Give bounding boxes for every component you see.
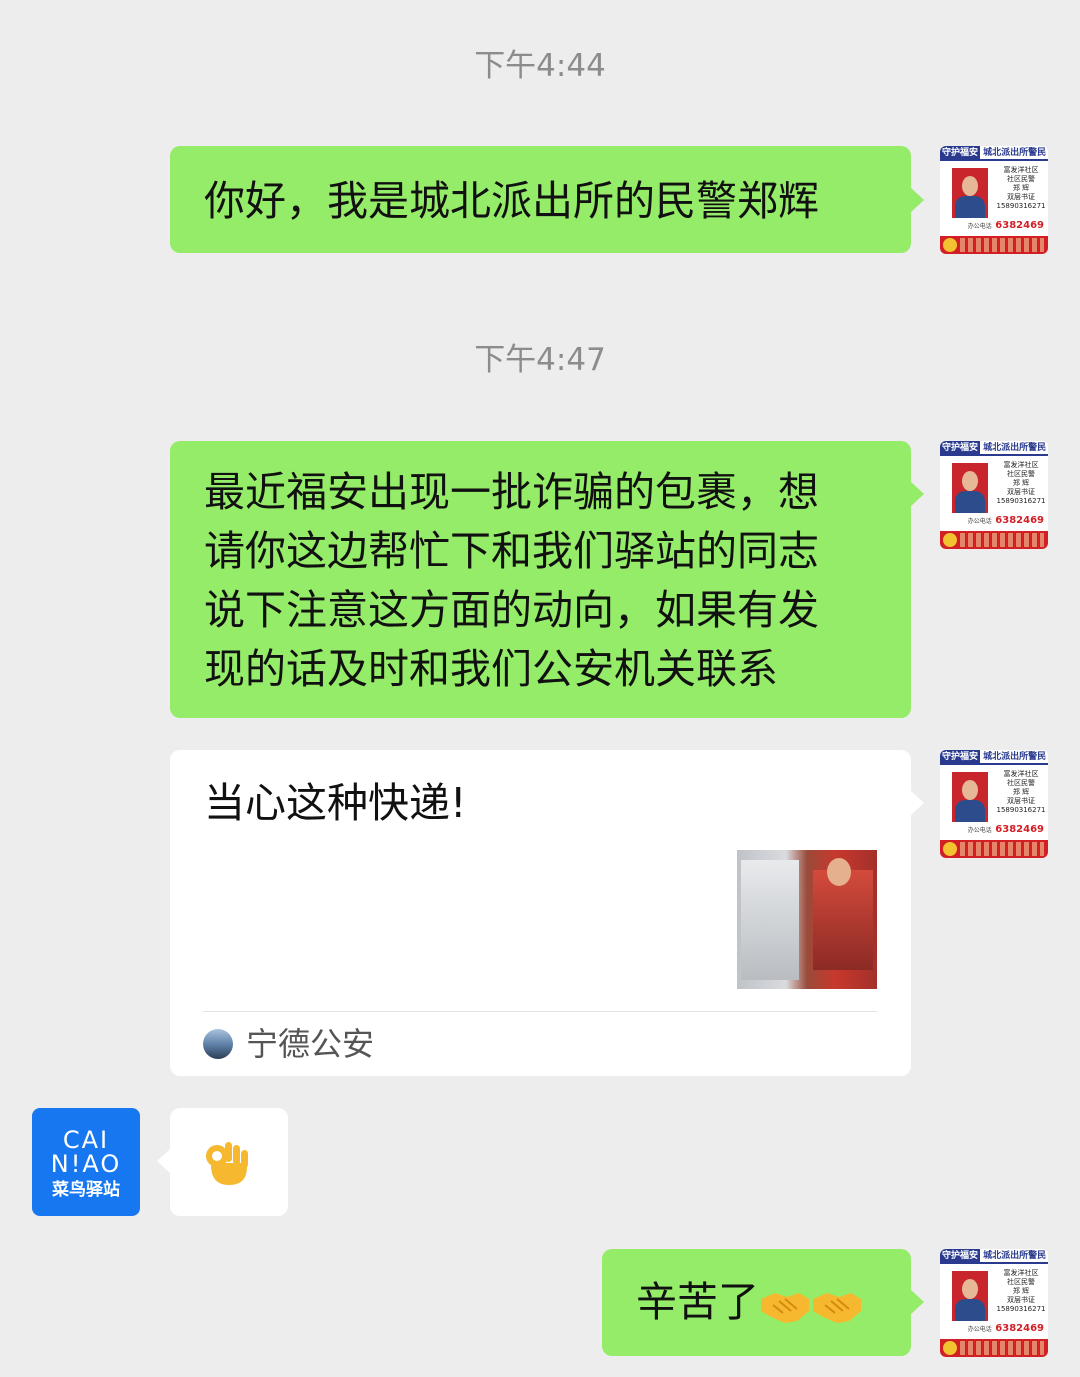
officer-info: 富发洋社区 社区民警郑 辉双层书证 15890316271	[996, 166, 1046, 210]
avatar-card-footer	[940, 236, 1048, 254]
officer-photo	[952, 772, 988, 822]
link-card-source: 宁德公安	[246, 1025, 375, 1063]
bubble-tail	[910, 187, 924, 213]
officer-info: 富发洋社区 社区民警郑 辉双层书证 15890316271	[996, 770, 1046, 814]
office-phone: 办公电话 6382469	[967, 824, 1044, 835]
avatar[interactable]: CAI N!AO 菜鸟驿站	[32, 1108, 140, 1216]
avatar-card-header: 守护福安 城北派出所警民	[940, 750, 1048, 765]
message-bubble-sent[interactable]: 辛苦了	[602, 1249, 911, 1356]
officer-photo	[952, 168, 988, 218]
logo-text: 菜鸟驿站	[52, 1180, 120, 1200]
timestamp: 下午4:47	[474, 342, 606, 378]
message-line: 说下注意这方面的动向，如果有发	[204, 586, 819, 634]
source-logo-icon	[203, 1029, 233, 1059]
message-text: 辛苦了	[636, 1278, 759, 1326]
officer-info: 富发洋社区 社区民警郑 辉双层书证 15890316271	[996, 1269, 1046, 1313]
message-line: 现的话及时和我们公安机关联系	[204, 645, 778, 693]
message-line: 请你这边帮忙下和我们驿站的同志	[204, 527, 819, 575]
avatar-card-header: 守护福安 城北派出所警民	[940, 146, 1048, 161]
bubble-tail	[910, 790, 924, 816]
police-emblem-icon	[943, 238, 957, 252]
avatar[interactable]: 守护福安 城北派出所警民 富发洋社区 社区民警郑 辉双层书证 15890316271…	[940, 441, 1048, 549]
avatar-card-header: 守护福安 城北派出所警民	[940, 441, 1048, 456]
avatar-card-footer	[940, 840, 1048, 858]
police-emblem-icon	[943, 533, 957, 547]
ok-hand-icon	[206, 1142, 248, 1185]
divider	[203, 1011, 877, 1012]
handshake-icon	[761, 1293, 809, 1323]
avatar[interactable]: 守护福安 城北派出所警民 富发洋社区 社区民警郑 辉双层书证 15890316271…	[940, 146, 1048, 254]
office-phone: 办公电话 6382469	[967, 1323, 1044, 1334]
logo-text: N!AO	[50, 1150, 122, 1178]
avatar-card-header: 守护福安 城北派出所警民	[940, 1249, 1048, 1264]
link-card-title: 当心这种快递!	[204, 779, 467, 827]
message-text: 你好，我是城北派出所的民警郑辉	[204, 177, 819, 225]
handshake-icon	[813, 1293, 861, 1323]
bubble-tail	[157, 1148, 171, 1174]
officer-photo	[952, 1271, 988, 1321]
avatar-card-footer	[940, 1339, 1048, 1357]
message-bubble-sent[interactable]: 最近福安出现一批诈骗的包裹，想 请你这边帮忙下和我们驿站的同志 说下注意这方面的…	[170, 441, 911, 718]
police-emblem-icon	[943, 1341, 957, 1355]
bubble-tail	[910, 481, 924, 507]
office-phone: 办公电话 6382469	[967, 515, 1044, 526]
link-card-thumbnail	[737, 850, 877, 989]
bubble-tail	[910, 1289, 924, 1315]
timestamp: 下午4:44	[474, 48, 606, 84]
office-phone: 办公电话 6382469	[967, 220, 1044, 231]
officer-info: 富发洋社区 社区民警郑 辉双层书证 15890316271	[996, 461, 1046, 505]
message-bubble-sent[interactable]: 你好，我是城北派出所的民警郑辉	[170, 146, 911, 253]
avatar[interactable]: 守护福安 城北派出所警民 富发洋社区 社区民警郑 辉双层书证 15890316271…	[940, 1249, 1048, 1357]
officer-photo	[952, 463, 988, 513]
police-emblem-icon	[943, 842, 957, 856]
logo-text: CAI	[62, 1126, 110, 1154]
avatar[interactable]: 守护福安 城北派出所警民 富发洋社区 社区民警郑 辉双层书证 15890316271…	[940, 750, 1048, 858]
avatar-card-footer	[940, 531, 1048, 549]
message-line: 最近福安出现一批诈骗的包裹，想	[204, 468, 819, 516]
